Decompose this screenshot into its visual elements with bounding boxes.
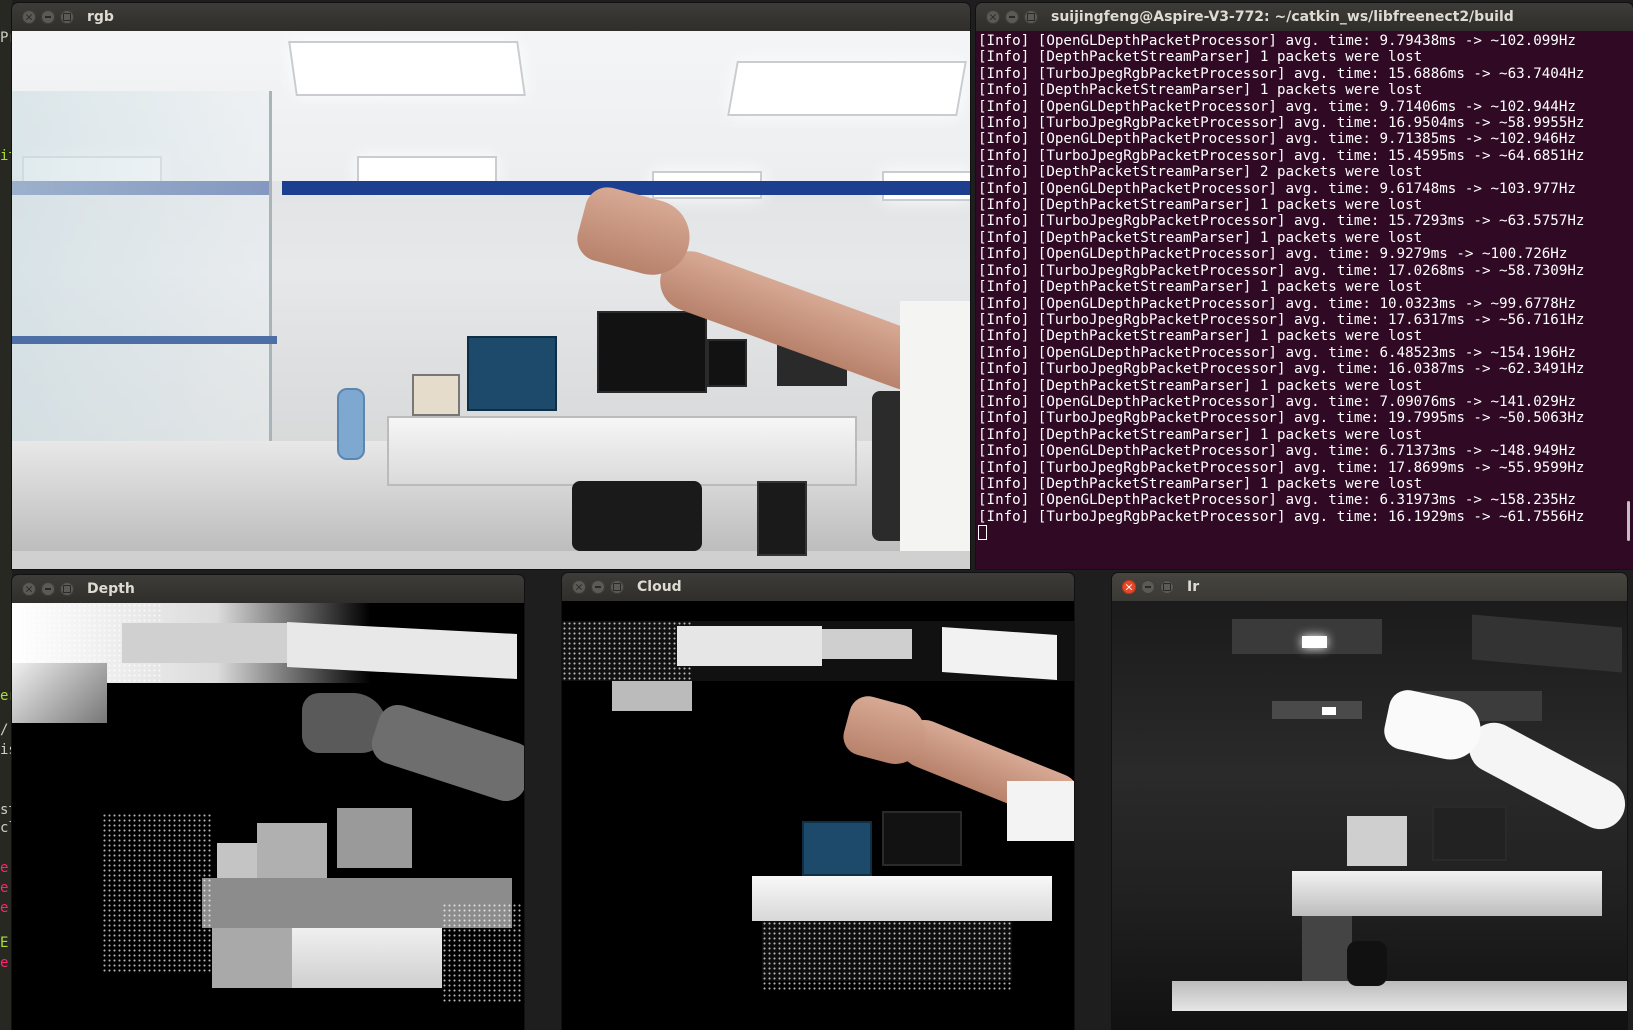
editor-fragment: e: [0, 860, 9, 876]
minimize-icon[interactable]: [41, 582, 55, 596]
window-title: suijingfeng@Aspire-V3-772: ~/catkin_ws/l…: [1051, 9, 1514, 25]
close-icon[interactable]: [986, 10, 1000, 24]
terminal-line: [Info] [TurboJpegRgbPacketProcessor] avg…: [978, 213, 1585, 230]
editor-fragment: E: [0, 935, 9, 951]
cursor-icon: [978, 525, 987, 541]
ir-window[interactable]: Ir: [1112, 573, 1627, 1030]
window-title: Cloud: [637, 579, 682, 595]
terminal-prompt[interactable]: [978, 525, 1633, 542]
terminal-line: [Info] [OpenGLDepthPacketProcessor] avg.…: [978, 344, 1576, 361]
maximize-icon[interactable]: [1160, 580, 1174, 594]
rgb-titlebar[interactable]: rgb: [12, 3, 970, 31]
editor-fragment: it: [0, 148, 12, 164]
terminal-line: [Info] [DepthPacketStreamParser] 1 packe…: [978, 49, 1423, 66]
window-title: Ir: [1187, 579, 1200, 595]
terminal-line: [Info] [OpenGLDepthPacketProcessor] avg.…: [978, 180, 1576, 197]
minimize-icon[interactable]: [1005, 10, 1019, 24]
terminal-titlebar[interactable]: suijingfeng@Aspire-V3-772: ~/catkin_ws/l…: [976, 3, 1633, 31]
editor-fragment: /: [0, 722, 9, 738]
minimize-icon[interactable]: [591, 580, 605, 594]
terminal-line: [Info] [DepthPacketStreamParser] 1 packe…: [978, 197, 1423, 214]
terminal-line: [Info] [DepthPacketStreamParser] 1 packe…: [978, 377, 1423, 394]
terminal-line: [Info] [TurboJpegRgbPacketProcessor] avg…: [978, 410, 1585, 427]
terminal-line: [Info] [DepthPacketStreamParser] 1 packe…: [978, 328, 1423, 345]
editor-fragment: cl: [0, 820, 12, 836]
terminal-line: [Info] [OpenGLDepthPacketProcessor] avg.…: [978, 33, 1576, 49]
terminal-line: [Info] [TurboJpegRgbPacketProcessor] avg…: [978, 115, 1585, 132]
background-editor: Pr it er / is st cl e e e E e: [0, 0, 12, 1030]
terminal-line: [Info] [OpenGLDepthPacketProcessor] avg.…: [978, 98, 1576, 115]
cloud-titlebar[interactable]: Cloud: [562, 573, 1074, 601]
terminal-output[interactable]: [Info] [OpenGLDepthPacketProcessor] avg.…: [976, 31, 1633, 569]
terminal-line: [Info] [DepthPacketStreamParser] 1 packe…: [978, 475, 1423, 492]
terminal-line: [Info] [TurboJpegRgbPacketProcessor] avg…: [978, 459, 1585, 476]
rgb-window[interactable]: rgb: [12, 3, 970, 569]
close-icon[interactable]: [572, 580, 586, 594]
terminal-line: [Info] [DepthPacketStreamParser] 2 packe…: [978, 164, 1423, 181]
window-title: Depth: [87, 581, 135, 597]
terminal-line: [Info] [OpenGLDepthPacketProcessor] avg.…: [978, 295, 1576, 312]
terminal-line: [Info] [DepthPacketStreamParser] 1 packe…: [978, 426, 1423, 443]
depth-window[interactable]: Depth: [12, 575, 524, 1030]
terminal-line: [Info] [OpenGLDepthPacketProcessor] avg.…: [978, 492, 1576, 509]
minimize-icon[interactable]: [1141, 580, 1155, 594]
terminal-line: [Info] [OpenGLDepthPacketProcessor] avg.…: [978, 246, 1568, 263]
maximize-icon[interactable]: [60, 10, 74, 24]
cloud-image: [562, 601, 1074, 1030]
terminal-line: [Info] [TurboJpegRgbPacketProcessor] avg…: [978, 508, 1585, 525]
terminal-scrollbar[interactable]: [1627, 501, 1630, 541]
depth-titlebar[interactable]: Depth: [12, 575, 524, 603]
close-icon[interactable]: [22, 582, 36, 596]
terminal-line: [Info] [OpenGLDepthPacketProcessor] avg.…: [978, 393, 1576, 410]
close-icon[interactable]: [22, 10, 36, 24]
editor-fragment: Pr: [0, 30, 12, 46]
ir-titlebar[interactable]: Ir: [1112, 573, 1627, 601]
editor-fragment: e: [0, 900, 9, 916]
depth-image: [12, 603, 524, 1030]
editor-fragment: e: [0, 880, 9, 896]
terminal-line: [Info] [DepthPacketStreamParser] 1 packe…: [978, 279, 1423, 296]
terminal-line: [Info] [TurboJpegRgbPacketProcessor] avg…: [978, 262, 1585, 279]
terminal-line: [Info] [DepthPacketStreamParser] 1 packe…: [978, 229, 1423, 246]
close-icon[interactable]: [1122, 580, 1136, 594]
window-title: rgb: [87, 9, 114, 25]
editor-fragment: e: [0, 955, 9, 971]
terminal-line: [Info] [DepthPacketStreamParser] 1 packe…: [978, 82, 1423, 99]
terminal-window[interactable]: suijingfeng@Aspire-V3-772: ~/catkin_ws/l…: [976, 3, 1633, 569]
terminal-line: [Info] [TurboJpegRgbPacketProcessor] avg…: [978, 311, 1585, 328]
editor-fragment: is: [0, 742, 12, 758]
terminal-lines: [Info] [OpenGLDepthPacketProcessor] avg.…: [978, 33, 1633, 525]
ir-image: [1112, 601, 1627, 1030]
terminal-line: [Info] [TurboJpegRgbPacketProcessor] avg…: [978, 361, 1585, 378]
rgb-image: [12, 31, 970, 569]
maximize-icon[interactable]: [610, 580, 624, 594]
terminal-line: [Info] [OpenGLDepthPacketProcessor] avg.…: [978, 443, 1576, 460]
terminal-line: [Info] [TurboJpegRgbPacketProcessor] avg…: [978, 65, 1585, 82]
editor-fragment: er: [0, 688, 12, 704]
editor-fragment: st: [0, 802, 12, 818]
maximize-icon[interactable]: [60, 582, 74, 596]
cloud-window[interactable]: Cloud: [562, 573, 1074, 1030]
terminal-line: [Info] [TurboJpegRgbPacketProcessor] avg…: [978, 147, 1585, 164]
maximize-icon[interactable]: [1024, 10, 1038, 24]
terminal-line: [Info] [OpenGLDepthPacketProcessor] avg.…: [978, 131, 1576, 148]
minimize-icon[interactable]: [41, 10, 55, 24]
